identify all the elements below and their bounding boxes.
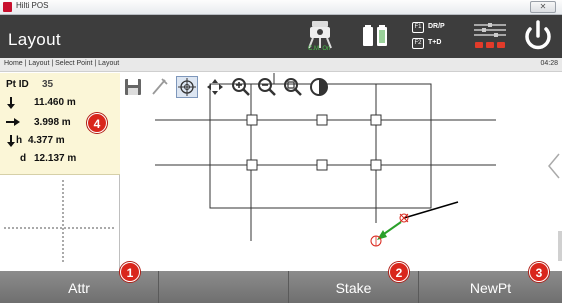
distance-down-row: 11.460 m [6, 97, 76, 113]
window-titlebar: Hilti POS ✕ [0, 0, 562, 15]
collapse-panel-arrow-icon[interactable] [548, 153, 560, 184]
empty-softkey[interactable] [159, 271, 289, 303]
point-id-row: Pt ID 35 [6, 79, 53, 95]
mini-crosshair-view [4, 180, 116, 264]
map-scroll-handle[interactable] [558, 231, 562, 261]
height-label: h [16, 135, 23, 146]
save-icon[interactable] [122, 76, 144, 98]
slope-distance-label: d [20, 153, 27, 164]
distance-right-row: 3.998 m [6, 117, 71, 133]
f2-key-label: T+D [428, 39, 442, 46]
contrast-icon[interactable] [308, 76, 330, 98]
point-id-label: Pt ID [6, 79, 29, 90]
f2-key-icon: F2 [412, 38, 424, 49]
window-close-button[interactable]: ✕ [530, 1, 556, 13]
zoom-in-icon[interactable] [230, 76, 252, 98]
point-id-value: 35 [42, 79, 54, 90]
f1-key-icon: F1 [412, 22, 424, 33]
arrow-right-icon [6, 118, 20, 126]
target-icon[interactable] [176, 76, 198, 98]
callout-4: 4 [87, 113, 107, 133]
battery-icon[interactable] [360, 18, 390, 55]
app-header: Layout C.M. On F1 DR/P F2 T+D [0, 15, 562, 58]
breadcrumb-bar: Home | Layout | Select Point | Layout 04… [0, 58, 562, 72]
page-title: Layout [8, 30, 61, 49]
settings-sliders-icon[interactable] [472, 18, 508, 55]
breadcrumb: Home | Layout | Select Point | Layout [4, 60, 120, 67]
callout-2: 2 [389, 262, 409, 282]
pan-icon[interactable] [204, 76, 226, 98]
window-title: Hilti POS [16, 1, 49, 10]
layout-map-canvas[interactable] [121, 73, 562, 271]
distance-down-value: 11.460 m [34, 97, 76, 108]
arrow-down-icon [7, 97, 15, 109]
f1-key-label: DR/P [428, 23, 445, 30]
distance-right-value: 3.998 m [34, 117, 71, 128]
app-logo-icon [3, 2, 12, 12]
point-info-panel: Pt ID 35 11.460 m 3.998 m h 4.377 m d 12… [0, 73, 120, 271]
zoom-fit-icon[interactable] [282, 76, 304, 98]
arrow-down-height-icon [7, 135, 15, 147]
callout-3: 3 [529, 262, 549, 282]
slope-distance-value: 12.137 m [34, 153, 77, 164]
height-row: h 4.377 m [6, 135, 65, 151]
height-value: 4.377 m [28, 135, 65, 146]
function-keys[interactable]: F1 DR/P F2 T+D [412, 18, 462, 55]
clock-time: 04:28 [540, 60, 558, 67]
zoom-out-icon[interactable] [256, 76, 278, 98]
callout-1: 1 [120, 262, 140, 282]
measure-line-icon[interactable] [148, 76, 170, 98]
layout-drawing[interactable] [121, 73, 562, 271]
power-icon[interactable] [518, 18, 558, 55]
instrument-mode-label: C.M. On [308, 46, 331, 52]
instrument-status-icon[interactable]: C.M. On [300, 18, 342, 55]
softkey-bar: Attr Stake NewPt [0, 271, 562, 303]
